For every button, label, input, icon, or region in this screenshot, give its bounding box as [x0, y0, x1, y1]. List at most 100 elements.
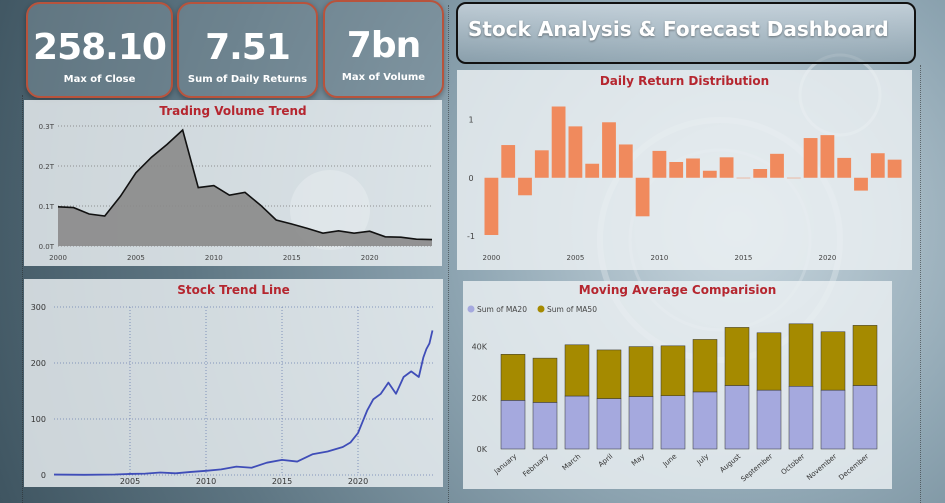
y-tick-label: 0.0T	[39, 243, 55, 251]
ma50-bar	[628, 346, 654, 397]
return-bar	[484, 177, 499, 235]
ma20-bar	[660, 395, 686, 450]
return-bar	[534, 150, 549, 178]
y-tick-label: 0	[41, 471, 46, 480]
y-tick-label: -1	[467, 232, 475, 241]
ma50-bar	[756, 332, 782, 391]
y-tick-label: 300	[31, 303, 46, 312]
ma20-bar	[724, 385, 750, 450]
y-tick-label: 0K	[477, 445, 488, 454]
return-bar	[686, 158, 700, 178]
return-bar	[786, 177, 801, 179]
kpi-card-max-volume: 7bn Max of Volume	[323, 0, 444, 98]
ma50-bar	[500, 354, 526, 401]
ma50-bar	[852, 325, 878, 386]
x-tick-label: 2000	[49, 254, 67, 262]
x-tick-label: 2020	[361, 254, 379, 262]
stock-trend-line	[53, 330, 434, 476]
x-tick-label: June	[661, 452, 679, 469]
ma50-bar	[724, 327, 750, 386]
return-bar	[736, 177, 751, 179]
ma50-bar	[692, 339, 718, 393]
return-bar	[618, 144, 633, 178]
return-bar	[518, 177, 532, 196]
y-tick-label: 100	[31, 415, 46, 424]
x-tick-label: April	[597, 452, 614, 468]
kpi-card-sum-daily-returns: 7.51 Sum of Daily Returns	[177, 2, 318, 98]
divider-right	[920, 65, 921, 503]
x-tick-label: March	[561, 452, 582, 472]
y-tick-label: 200	[31, 359, 46, 368]
return-bar	[870, 153, 885, 178]
kpi-label: Max of Volume	[341, 72, 426, 83]
x-tick-label: August	[718, 452, 742, 474]
return-bar	[669, 161, 684, 178]
x-tick-label: 2005	[127, 254, 145, 262]
legend-marker	[537, 305, 545, 313]
return-bar	[854, 177, 868, 191]
panel-moving-average: Moving Average Comparision Sum of MA20 Su…	[463, 281, 892, 489]
kpi-value: 7.51	[205, 27, 291, 68]
return-bar	[770, 153, 784, 178]
panel-daily-returns: Daily Return Distribution -1 0 1 2000 2005 20…	[457, 70, 912, 270]
x-tick-label: December	[837, 452, 870, 482]
volume-area	[58, 130, 432, 246]
return-bar	[602, 122, 616, 178]
kpi-card-max-close: 258.10 Max of Close	[26, 2, 173, 98]
return-bar	[753, 169, 768, 178]
moving-average-stacked-bar-chart: Sum of MA20 Sum of MA50 0K 20K 40K January Feb…	[467, 305, 878, 483]
returns-bar-chart: -1 0 1 2000 2005 2010 2015 2020	[467, 106, 902, 262]
legend-marker	[467, 305, 475, 313]
return-bar	[568, 126, 583, 178]
ma20-bar	[500, 400, 526, 450]
dashboard-title: Stock Analysis & Forecast Dashboard	[468, 17, 889, 41]
x-tick-label: 2010	[205, 254, 223, 262]
x-tick-label: 2000	[482, 254, 500, 262]
ma50-bar	[564, 344, 590, 397]
x-tick-label: May	[630, 452, 646, 467]
return-bar	[652, 150, 667, 178]
return-bar	[702, 170, 717, 178]
volume-area-chart: 0.0T 0.1T 0.2T 0.3T 2000 2005 2010 2015 2020	[39, 123, 433, 262]
x-tick-label: 2015	[734, 254, 752, 262]
ma20-bar	[564, 395, 590, 450]
x-tick-label: 2015	[272, 477, 292, 486]
x-tick-label: 2020	[818, 254, 836, 262]
kpi-value: 258.10	[33, 27, 167, 68]
x-tick-label: January	[492, 452, 518, 476]
x-tick-label: September	[739, 452, 774, 483]
return-bar	[585, 163, 600, 178]
ma20-bar	[628, 396, 654, 450]
ma20-bar	[532, 402, 558, 450]
dashboard-title-box: Stock Analysis & Forecast Dashboard	[456, 2, 916, 64]
ma20-bar	[788, 386, 814, 450]
x-tick-label: 2010	[650, 254, 668, 262]
return-bar	[887, 159, 902, 178]
ma20-bar	[692, 391, 718, 450]
kpi-value: 7bn	[346, 25, 421, 66]
x-tick-label: July	[695, 452, 711, 467]
ma50-bar	[660, 345, 686, 397]
kpi-label: Sum of Daily Returns	[187, 74, 308, 85]
panel-stock-trend: Stock Trend Line 0 100 200 300 2005 2010 2015 2…	[24, 279, 443, 487]
x-tick-label: 2020	[348, 477, 368, 486]
kpi-label: Max of Close	[63, 74, 136, 85]
y-tick-label: 20K	[472, 394, 488, 403]
panel-volume-trend: Trading Volume Trend 0.0T 0.1T 0.2T 0.3T 200…	[24, 100, 442, 266]
ma20-bar	[852, 385, 878, 450]
y-tick-label: 40K	[472, 343, 488, 352]
y-tick-label: 0	[468, 174, 473, 183]
y-tick-label: 1	[468, 115, 473, 124]
divider-left	[22, 95, 23, 503]
ma50-bar	[532, 357, 558, 403]
x-tick-label: 2015	[283, 254, 301, 262]
x-tick-label: February	[521, 452, 550, 478]
return-bar	[501, 145, 516, 178]
x-tick-label: 2005	[566, 254, 584, 262]
return-bar	[551, 106, 566, 178]
legend-label: Sum of MA20	[477, 305, 527, 314]
y-tick-label: 0.3T	[39, 123, 55, 131]
return-bar	[803, 138, 818, 178]
x-tick-label: October	[780, 452, 807, 476]
x-tick-label: 2010	[196, 477, 216, 486]
